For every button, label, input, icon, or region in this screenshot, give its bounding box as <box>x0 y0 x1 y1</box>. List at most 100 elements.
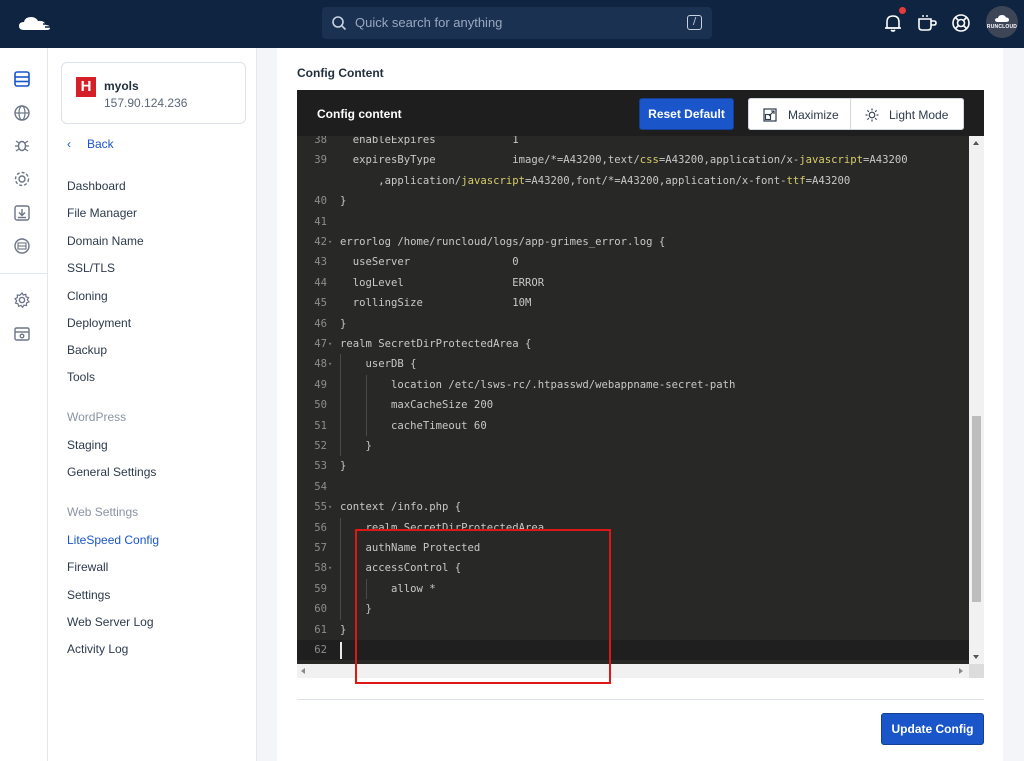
sidebar-item-backup[interactable]: Backup <box>67 343 107 357</box>
indent-guide <box>340 517 341 620</box>
settings-cog-icon[interactable] <box>13 170 31 188</box>
back-link[interactable]: ‹ Back <box>67 137 114 151</box>
code-line[interactable]: ,application/javascript=A43200,font/*=A4… <box>297 171 969 191</box>
code-line[interactable]: 45 rollingSize 10M <box>297 293 969 313</box>
editor-title: Config content <box>317 107 402 121</box>
line-number: 39 <box>314 154 327 167</box>
vertical-scrollbar[interactable] <box>969 136 984 664</box>
coffee-cup-icon[interactable] <box>916 12 938 34</box>
update-config-button[interactable]: Update Config <box>881 713 984 745</box>
line-number: 43 <box>314 256 327 269</box>
line-text: enableExpires 1 <box>340 136 519 146</box>
notification-dot <box>899 7 906 14</box>
bug-icon[interactable] <box>13 136 31 154</box>
sidebar-item-ssl-tls[interactable]: SSL/TLS <box>67 261 115 275</box>
bell-icon[interactable] <box>882 12 904 34</box>
sidebar-item-general-settings[interactable]: General Settings <box>67 465 156 479</box>
line-text: context /info.php { <box>340 501 462 514</box>
line-number: 52 <box>314 440 327 452</box>
line-number: 56 <box>314 521 327 534</box>
line-text: cacheTimeout 60 <box>340 419 487 432</box>
sidebar-item-domain-name[interactable]: Domain Name <box>67 234 144 248</box>
line-text: logLevel ERROR <box>340 276 545 289</box>
fold-toggle-icon[interactable]: ▾ <box>328 497 332 517</box>
sidebar-item-litespeed-config[interactable]: LiteSpeed Config <box>67 533 159 547</box>
scroll-up-icon[interactable] <box>973 141 979 145</box>
scrollbar-thumb[interactable] <box>972 416 981 602</box>
chevron-left-icon: ‹ <box>67 137 71 151</box>
code-line[interactable]: 52 } <box>297 436 969 456</box>
line-number: 49 <box>314 378 327 391</box>
sidebar-item-tools[interactable]: Tools <box>67 370 95 384</box>
server-ip: 157.90.124.236 <box>104 96 188 110</box>
network-globe-icon[interactable] <box>13 237 31 255</box>
cloud-logo-icon[interactable] <box>16 12 54 36</box>
line-number: 60 <box>314 603 327 616</box>
code-line[interactable]: 47 ▾ realm SecretDirProtectedArea { <box>297 334 969 354</box>
reset-default-button[interactable]: Reset Default <box>639 98 734 130</box>
sidebar-item-file-manager[interactable]: File Manager <box>67 206 137 220</box>
config-editor: Config content Reset Default Maximize Li… <box>297 90 984 730</box>
sidebar-item-web-server-log[interactable]: Web Server Log <box>67 615 154 629</box>
code-line[interactable]: 44 logLevel ERROR <box>297 273 969 293</box>
sidebar-item-deployment[interactable]: Deployment <box>67 316 131 330</box>
code-line[interactable]: 41 <box>297 212 969 232</box>
light-mode-label: Light Mode <box>889 108 949 122</box>
line-text: } <box>340 440 372 452</box>
code-line[interactable]: 38 enableExpires 1 <box>297 136 969 150</box>
line-text: } <box>340 623 347 636</box>
fold-toggle-icon[interactable]: ▾ <box>328 354 332 374</box>
sidebar-section-web-settings: Web Settings <box>67 505 139 519</box>
sidebar-item-cloning[interactable]: Cloning <box>67 289 108 303</box>
sidebar: H myols 157.90.124.236 ‹ Back Dashboard F… <box>48 48 257 761</box>
archive-box-icon[interactable] <box>13 325 31 343</box>
help-lifebuoy-icon[interactable] <box>950 12 972 34</box>
avatar[interactable]: RUNCLOUD <box>986 6 1018 38</box>
code-line[interactable]: 54 <box>297 477 969 497</box>
light-mode-button[interactable]: Light Mode <box>851 98 964 130</box>
code-line[interactable]: 50 maxCacheSize 200 <box>297 395 969 415</box>
code-line[interactable]: 39 expiresByType image/*=A43200,text/css… <box>297 150 969 170</box>
gear-icon[interactable] <box>13 291 31 309</box>
line-number: 54 <box>314 480 327 493</box>
globe-icon[interactable] <box>13 104 31 122</box>
servers-icon[interactable] <box>13 70 31 88</box>
search-icon <box>332 16 347 31</box>
line-number: 57 <box>314 542 327 554</box>
code-line[interactable]: 51 cacheTimeout 60 <box>297 416 969 436</box>
download-box-icon[interactable] <box>13 204 31 222</box>
fold-toggle-icon[interactable]: ▾ <box>328 232 332 252</box>
sidebar-item-activity-log[interactable]: Activity Log <box>67 642 128 656</box>
code-line[interactable]: 48 ▾ userDB { <box>297 354 969 374</box>
code-line[interactable]: 40} <box>297 191 969 211</box>
line-number: 45 <box>314 297 327 310</box>
text-cursor <box>340 642 342 659</box>
code-line[interactable]: 53} <box>297 456 969 476</box>
code-line[interactable]: 43 useServer 0 <box>297 252 969 272</box>
line-text: userDB { <box>340 358 417 371</box>
server-name: myols <box>104 79 139 93</box>
maximize-icon <box>763 108 777 122</box>
line-number: 40 <box>314 195 327 208</box>
code-line[interactable]: 49 location /etc/lsws-rc/.htpasswd/webap… <box>297 375 969 395</box>
scroll-right-icon[interactable] <box>959 668 963 674</box>
top-bar: Quick search for anything / RUNCLOUD <box>0 0 1024 48</box>
fold-toggle-icon[interactable]: ▾ <box>328 334 332 354</box>
server-card[interactable]: H myols 157.90.124.236 <box>61 62 246 124</box>
maximize-button[interactable]: Maximize <box>748 98 851 130</box>
code-line[interactable]: 55 ▾ context /info.php { <box>297 497 969 517</box>
sidebar-item-staging[interactable]: Staging <box>67 438 108 452</box>
code-line[interactable]: 42 ▾ errorlog /home/runcloud/logs/app-grim… <box>297 232 969 252</box>
sidebar-item-settings[interactable]: Settings <box>67 588 110 602</box>
back-label: Back <box>87 137 114 151</box>
fold-toggle-icon[interactable]: ▾ <box>328 558 332 578</box>
search-bar[interactable]: Quick search for anything / <box>322 7 712 39</box>
sidebar-section-wordpress: WordPress <box>67 410 127 424</box>
scroll-down-icon[interactable] <box>973 655 979 659</box>
code-line[interactable]: 46} <box>297 314 969 334</box>
line-text: errorlog /home/runcloud/logs/app-grimes_… <box>340 236 666 248</box>
sidebar-item-dashboard[interactable]: Dashboard <box>67 179 126 193</box>
scroll-left-icon[interactable] <box>301 668 305 674</box>
sun-icon <box>865 108 879 122</box>
sidebar-item-firewall[interactable]: Firewall <box>67 560 108 574</box>
